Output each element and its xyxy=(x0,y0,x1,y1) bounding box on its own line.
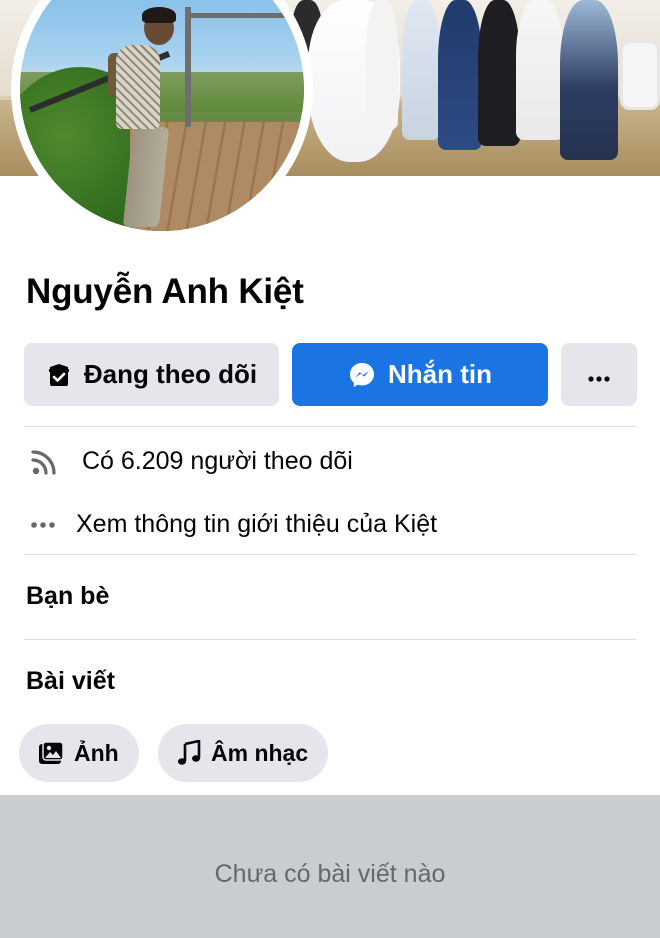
avatar-person-body xyxy=(116,45,160,129)
message-button[interactable]: Nhắn tin xyxy=(292,343,548,406)
more-dots-icon xyxy=(30,521,58,529)
following-check-icon xyxy=(46,362,72,388)
message-button-label: Nhắn tin xyxy=(388,359,492,389)
divider xyxy=(24,554,636,555)
avatar-post xyxy=(185,7,191,127)
posts-section-title: Bài viết xyxy=(26,667,115,695)
more-horizontal-icon xyxy=(587,359,611,390)
following-button-label: Đang theo dõi xyxy=(83,359,258,389)
divider xyxy=(24,426,636,427)
filter-chip-photos[interactable]: Ảnh xyxy=(19,724,139,782)
profile-name: Nguyễn Anh Kiệt xyxy=(26,272,304,311)
more-options-button[interactable] xyxy=(561,343,637,406)
cover-person xyxy=(402,0,440,140)
divider xyxy=(24,639,636,640)
filter-chip-label: Ảnh xyxy=(74,739,119,766)
filter-chip-label: Âm nhạc xyxy=(211,739,309,766)
about-row[interactable]: Xem thông tin giới thiệu của Kiệt xyxy=(30,510,437,539)
messenger-icon xyxy=(348,361,376,389)
followers-count-text: Có 6.209 người theo dõi xyxy=(82,446,353,475)
cover-person xyxy=(516,0,564,140)
music-note-icon xyxy=(177,740,201,766)
cover-person xyxy=(478,0,520,146)
cover-person xyxy=(560,0,618,160)
cover-person xyxy=(620,40,660,110)
about-link-text: Xem thông tin giới thiệu của Kiệt xyxy=(76,510,438,538)
friends-section-title[interactable]: Bạn bè xyxy=(26,582,109,611)
avatar[interactable] xyxy=(20,0,304,231)
rss-icon xyxy=(30,446,64,476)
following-button[interactable]: Đang theo dõi xyxy=(24,343,279,406)
avatar-person-hair xyxy=(142,7,176,23)
empty-feed-message: Chưa có bài viết nào xyxy=(214,860,446,888)
filter-chip-music[interactable]: Âm nhạc xyxy=(158,724,329,782)
avatar-wire xyxy=(185,13,295,18)
cover-person xyxy=(438,0,482,150)
followers-row[interactable]: Có 6.209 người theo dõi xyxy=(30,446,353,476)
cover-person xyxy=(366,0,398,130)
photo-icon xyxy=(38,741,64,765)
